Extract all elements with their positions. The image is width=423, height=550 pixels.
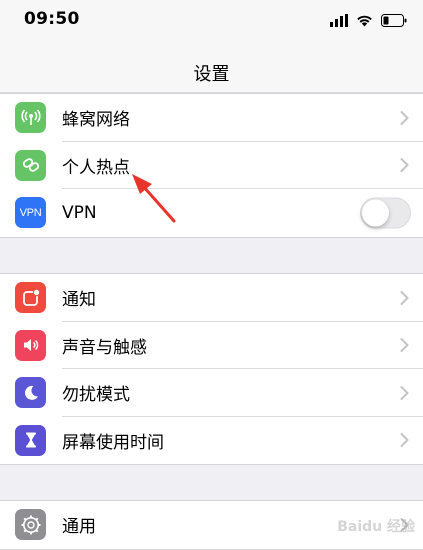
status-bar: 09:50: [0, 0, 423, 40]
gear-icon: [15, 509, 46, 541]
toggle-knob: [362, 199, 389, 227]
vpn-toggle[interactable]: [360, 197, 411, 229]
settings-row-sounds[interactable]: 声音与触感: [0, 322, 423, 369]
nav-bar: 设置: [0, 40, 423, 93]
notifications-icon: [15, 282, 46, 314]
notifications-group: 通知 声音与触感 勿扰模式 屏幕使用时间: [0, 273, 423, 465]
sounds-label: 声音与触感: [62, 337, 147, 358]
status-time: 09:50: [24, 9, 80, 29]
settings-row-screen-time[interactable]: 屏幕使用时间: [0, 417, 423, 465]
chevron-right-icon: [400, 290, 409, 305]
chevron-right-icon: [400, 158, 409, 173]
vpn-label: VPN: [62, 202, 97, 223]
chevron-right-icon: [400, 385, 409, 400]
settings-row-notifications[interactable]: 通知: [0, 274, 423, 322]
settings-row-cellular[interactable]: 蜂窝网络: [0, 94, 423, 142]
chevron-right-icon: [400, 110, 409, 125]
do-not-disturb-icon: [15, 377, 46, 409]
chevron-right-icon: [400, 338, 409, 353]
cellular-icon: [15, 102, 46, 134]
settings-row-hotspot[interactable]: 个人热点: [0, 142, 423, 189]
signal-icon: [330, 13, 348, 27]
notifications-label: 通知: [62, 290, 96, 311]
cellular-label: 蜂窝网络: [62, 110, 130, 131]
hotspot-label: 个人热点: [62, 157, 130, 178]
chevron-right-icon: [400, 433, 409, 448]
settings-row-vpn[interactable]: VPN VPN: [0, 189, 423, 237]
page-title: 设置: [193, 64, 230, 85]
baidu-watermark: Baidu 经验: [337, 516, 415, 536]
connectivity-group: 蜂窝网络 个人热点 VPN VPN: [0, 93, 423, 238]
do-not-disturb-label: 勿扰模式: [62, 385, 130, 406]
status-icons: [330, 12, 407, 28]
vpn-icon-text: VPN: [19, 206, 42, 219]
vpn-icon: VPN: [15, 197, 46, 229]
settings-row-do-not-disturb[interactable]: 勿扰模式: [0, 369, 423, 417]
watermark-text: Baidu 经验: [337, 519, 415, 535]
wifi-icon: [357, 15, 372, 26]
screen-time-icon: [15, 424, 46, 456]
general-label: 通用: [62, 517, 96, 538]
screen-time-label: 屏幕使用时间: [62, 432, 164, 453]
sounds-icon: [15, 329, 46, 361]
hotspot-icon: [15, 149, 46, 181]
battery-icon: [381, 13, 407, 27]
